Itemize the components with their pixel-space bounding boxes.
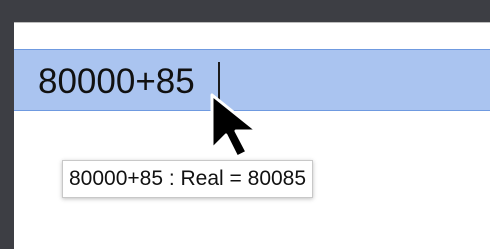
evaluation-tooltip: 80000+85 : Real = 80085 bbox=[62, 160, 314, 198]
mouse-pointer-icon bbox=[210, 93, 259, 159]
expression-text[interactable]: 80000+85 bbox=[38, 64, 195, 100]
